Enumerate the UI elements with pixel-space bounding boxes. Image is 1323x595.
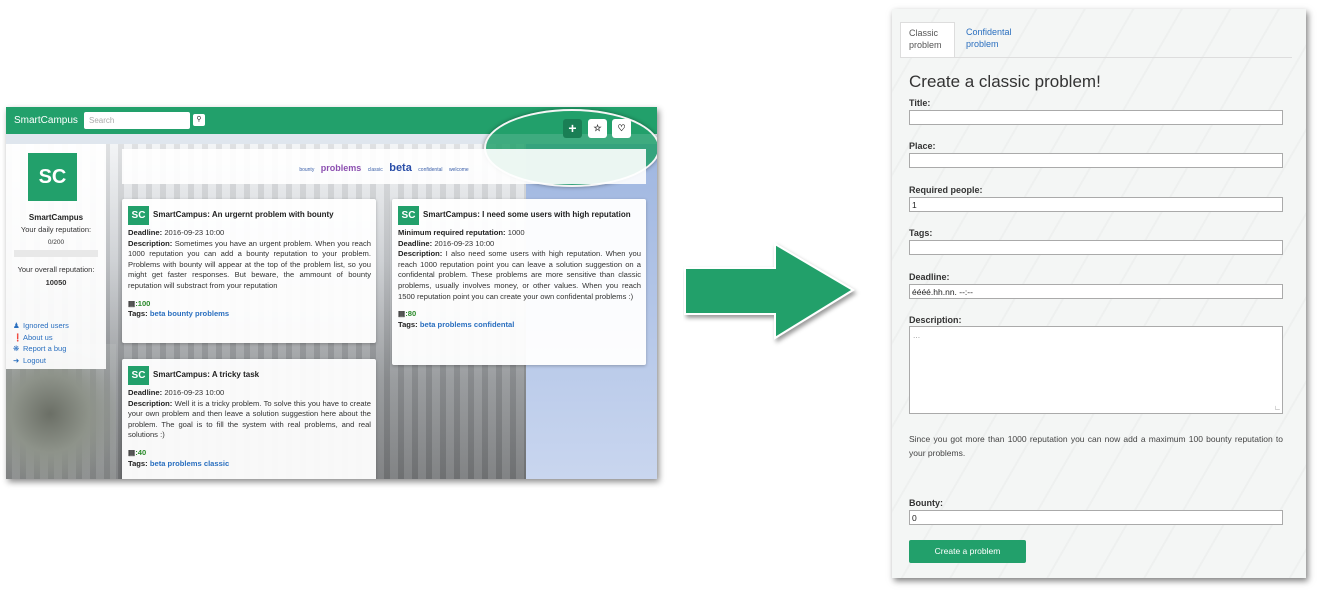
card-deadline: 2016-09-23 10:00 <box>164 228 225 237</box>
search-icon[interactable]: ⚲ <box>193 114 205 126</box>
profile-name: SmartCampus <box>28 213 84 222</box>
problem-card[interactable]: SC SmartCampus: A tricky task Deadline: … <box>122 359 376 479</box>
gift-icon: ▤ <box>128 298 136 308</box>
card-title[interactable]: SmartCampus: A tricky task <box>153 370 259 381</box>
description-placeholder: ... <box>913 330 921 340</box>
tag-cloud: bounty problems classic beta confidental… <box>122 149 646 184</box>
tag-classic[interactable]: classic <box>368 167 383 173</box>
bounty-input[interactable]: 0 <box>909 510 1283 525</box>
deadline-input[interactable]: éééé.hh.nn. --:-- <box>909 284 1283 299</box>
users-icon: ♟ <box>13 321 20 330</box>
card-tags: Tags: beta problems confidental <box>398 319 515 329</box>
card-tags: Tags: beta bounty problems <box>128 309 230 319</box>
tag-beta[interactable]: beta <box>389 162 412 174</box>
card-min-reputation: 1000 <box>507 228 525 237</box>
right-arrow-icon <box>684 242 855 340</box>
info-icon: ❗ <box>13 332 23 342</box>
form-heading: Create a classic problem! <box>909 72 1101 91</box>
profile-sidebar: SC SmartCampus Your daily reputation: 0/… <box>6 144 106 369</box>
card-avatar: SC <box>128 206 149 225</box>
sidebar-links: ♟ Ignored users ❗About us ❋ Report a bug ➜… <box>13 320 69 366</box>
title-input[interactable] <box>909 110 1283 125</box>
place-label: Place: <box>909 141 936 151</box>
card-deadline: 2016-09-23 10:00 <box>164 388 225 397</box>
bell-icon[interactable]: ♡ <box>612 119 631 138</box>
star-icon[interactable]: ☆ <box>588 119 607 138</box>
bug-icon: ❋ <box>13 344 20 353</box>
logout-icon: ➜ <box>13 355 20 365</box>
deadline-label: Deadline: <box>909 272 950 282</box>
tag-confidental[interactable]: confidental <box>418 167 442 173</box>
create-problem-button[interactable]: Create a problem <box>909 540 1026 563</box>
search-input[interactable]: Search <box>84 112 190 129</box>
gift-icon: ▤ <box>398 309 406 319</box>
card-tags: Tags: beta problems classic <box>128 458 230 468</box>
daily-reputation-value: 0/200 <box>47 239 65 246</box>
required-people-input[interactable]: 1 <box>909 197 1283 212</box>
tag-bounty[interactable]: bounty <box>299 167 314 173</box>
card-deadline: 2016-09-23 10:00 <box>434 238 495 248</box>
sidebar-item-ignored-users[interactable]: ♟ Ignored users <box>13 320 69 332</box>
tab-confidental-problem[interactable]: Confidental problem <box>958 22 1028 54</box>
description-textarea[interactable]: ... ∟ <box>909 326 1283 414</box>
sidebar-item-logout[interactable]: ➜ Logout <box>13 355 69 367</box>
required-people-label: Required people: <box>909 185 983 195</box>
overall-reputation-label: Your overall reputation: <box>17 265 95 274</box>
brand-logo[interactable]: SmartCampus <box>14 115 78 126</box>
sidebar-item-report-bug[interactable]: ❋ Report a bug <box>13 343 69 355</box>
tag-welcome[interactable]: welcome <box>449 167 469 173</box>
daily-reputation-label: Your daily reputation: <box>20 225 92 234</box>
overall-reputation-value: 10050 <box>45 278 67 287</box>
tag-problems[interactable]: problems <box>321 163 362 173</box>
card-avatar: SC <box>398 206 419 225</box>
card-bounty: ▤:80 <box>398 309 417 319</box>
card-title[interactable]: SmartCampus: An urgernt problem with bou… <box>153 210 334 221</box>
smartcampus-main-screenshot: SmartCampus Search ⚲ + ☆ ♡ SC SmartCampu… <box>6 107 657 479</box>
resize-grip-icon[interactable]: ∟ <box>1274 405 1281 412</box>
bounty-label: Bounty: <box>909 498 943 508</box>
sidebar-item-about-us[interactable]: ❗About us <box>13 332 69 344</box>
place-input[interactable] <box>909 153 1283 168</box>
tab-divider <box>900 57 1292 58</box>
card-bounty: ▤:100 <box>128 298 151 308</box>
card-title[interactable]: SmartCampus: I need some users with high… <box>423 210 631 221</box>
bounty-info-text: Since you got more than 1000 reputation … <box>909 434 1283 458</box>
gift-icon: ▤ <box>128 447 136 457</box>
description-label: Description: <box>909 315 962 325</box>
create-problem-form: Classic problem Confidental problem Crea… <box>892 9 1306 578</box>
card-bounty: ▤:40 <box>128 447 147 457</box>
card-avatar: SC <box>128 366 149 385</box>
title-label: Title: <box>909 98 931 108</box>
problem-card[interactable]: SC SmartCampus: I need some users with h… <box>392 199 646 365</box>
tags-label: Tags: <box>909 228 933 238</box>
tags-input[interactable] <box>909 240 1283 255</box>
tab-classic-problem[interactable]: Classic problem <box>900 22 955 58</box>
plus-icon[interactable]: + <box>563 119 582 138</box>
avatar: SC <box>28 153 77 201</box>
daily-reputation-bar <box>14 250 98 257</box>
problem-card[interactable]: SC SmartCampus: An urgernt problem with … <box>122 199 376 343</box>
